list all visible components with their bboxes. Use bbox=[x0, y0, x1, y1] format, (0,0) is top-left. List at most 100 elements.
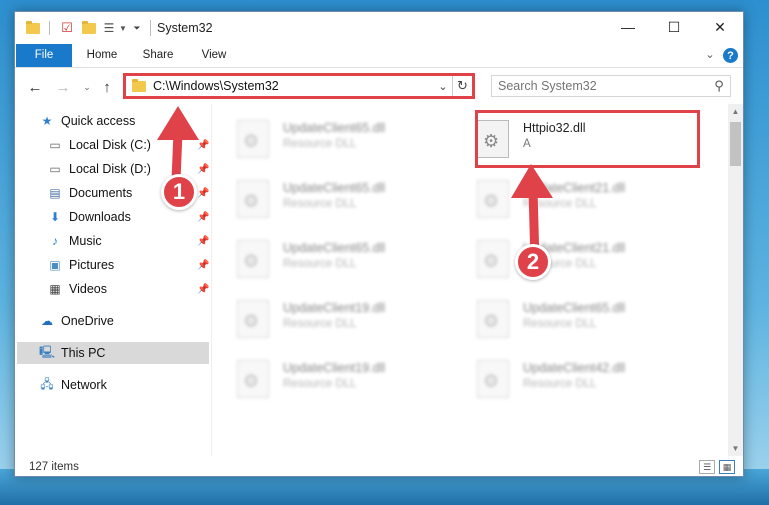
star-icon: ★ bbox=[41, 114, 53, 128]
sidebar-item-network[interactable]: 🖧 Network bbox=[39, 374, 209, 396]
title-bar: ☑ ☰ ▼ ⏷ System32 — ☐ ✕ bbox=[15, 12, 743, 44]
computer-icon: 🖳 bbox=[39, 344, 56, 359]
sidebar-item-label: OneDrive bbox=[61, 314, 114, 328]
cloud-icon: ☁ bbox=[41, 314, 53, 328]
file-name: UpdateClient19.dll bbox=[283, 301, 386, 315]
recent-locations-chevron-icon[interactable]: ⌄ bbox=[77, 77, 97, 97]
sidebar-item-music[interactable]: ♪ Music 📌 bbox=[47, 230, 209, 252]
file-name: UpdateClient65.dll bbox=[523, 301, 626, 315]
file-name: UpdateClient65.dll bbox=[283, 241, 386, 255]
network-icon: 🖧 bbox=[40, 376, 54, 391]
sidebar-item-label: This PC bbox=[61, 346, 106, 360]
file-type: Resource DLL bbox=[283, 378, 357, 390]
ribbon-expand-icon[interactable]: ⌄ bbox=[703, 44, 717, 67]
file-name: UpdateClient19.dll bbox=[283, 361, 386, 375]
sidebar-item-label: Network bbox=[61, 378, 107, 392]
tab-home[interactable]: Home bbox=[77, 44, 127, 67]
file-name: UpdateClient65.dll bbox=[283, 121, 386, 135]
folder-icon bbox=[132, 78, 146, 92]
ribbon-tabs: File Home Share View ⌄ ? bbox=[15, 44, 743, 68]
back-arrow-icon[interactable]: ← bbox=[25, 77, 45, 97]
sidebar-item-pictures[interactable]: ▣ Pictures 📌 bbox=[47, 254, 209, 276]
highlight-box bbox=[475, 110, 700, 168]
sidebar-item-label: Documents bbox=[69, 186, 133, 200]
sidebar-item-label: Downloads bbox=[69, 210, 131, 224]
dll-file-icon: ⚙ bbox=[477, 240, 509, 278]
file-name: UpdateClient42.dll bbox=[523, 361, 626, 375]
maximize-button[interactable]: ☐ bbox=[651, 12, 697, 42]
dll-file-icon: ⚙ bbox=[477, 300, 509, 338]
list-item[interactable]: ⚙ UpdateClient42.dll Resource DLL bbox=[455, 354, 675, 402]
dll-file-icon: ⚙ bbox=[237, 360, 269, 398]
sidebar-item-label: Music bbox=[69, 234, 102, 248]
sidebar-item-label: Local Disk (D:) bbox=[69, 162, 151, 176]
list-item[interactable]: ⚙ UpdateClient21.dll Resource DLL bbox=[455, 234, 675, 282]
dll-file-icon: ⚙ bbox=[477, 360, 509, 398]
pictures-icon: ▣ bbox=[49, 258, 61, 272]
sidebar-item-this-pc[interactable]: 🖳 This PC bbox=[17, 342, 209, 364]
sidebar-item-label: Quick access bbox=[61, 114, 136, 128]
list-item[interactable]: ⚙ UpdateClient65.dll Resource DLL bbox=[215, 114, 435, 162]
file-explorer-window: ☑ ☰ ▼ ⏷ System32 — ☐ ✕ File Home Share V… bbox=[14, 11, 744, 477]
file-type: Resource DLL bbox=[283, 258, 357, 270]
dll-file-icon: ⚙ bbox=[237, 120, 269, 158]
sidebar-item-videos[interactable]: ▦ Videos 📌 bbox=[47, 278, 209, 300]
file-type: Resource DLL bbox=[523, 378, 597, 390]
music-icon: ♪ bbox=[52, 234, 58, 248]
sidebar-item-onedrive[interactable]: ☁ OneDrive bbox=[39, 310, 209, 332]
list-item[interactable]: ⚙ UpdateClient65.dll Resource DLL bbox=[215, 174, 435, 222]
large-icons-view-icon[interactable]: ▦ bbox=[719, 460, 735, 474]
tab-view[interactable]: View bbox=[191, 44, 237, 67]
videos-icon: ▦ bbox=[49, 282, 61, 296]
forward-arrow-icon[interactable]: → bbox=[53, 77, 73, 97]
scroll-up-icon[interactable]: ▲ bbox=[728, 104, 743, 119]
search-box[interactable]: ⚲ bbox=[491, 75, 731, 97]
sidebar-item-label: Pictures bbox=[69, 258, 115, 272]
search-input[interactable] bbox=[498, 79, 708, 93]
sidebar-item-label: Local Disk (C:) bbox=[69, 138, 151, 152]
list-item[interactable]: ⚙ UpdateClient19.dll Resource DLL bbox=[215, 294, 435, 342]
up-arrow-icon[interactable]: ↑ bbox=[97, 77, 117, 97]
file-name: UpdateClient65.dll bbox=[283, 181, 386, 195]
toolbar-divider bbox=[49, 21, 50, 35]
new-folder-icon[interactable] bbox=[81, 20, 97, 36]
file-type: Resource DLL bbox=[523, 318, 597, 330]
list-item[interactable]: ⚙ UpdateClient65.dll Resource DLL bbox=[215, 234, 435, 282]
download-icon: ⬇ bbox=[49, 210, 61, 224]
list-item[interactable]: ⚙ UpdateClient65.dll Resource DLL bbox=[455, 294, 675, 342]
pin-icon: 📌 bbox=[197, 283, 210, 295]
tab-share[interactable]: Share bbox=[133, 44, 183, 67]
refresh-icon[interactable]: ↻ bbox=[452, 76, 472, 96]
address-path[interactable]: C:\Windows\System32 bbox=[153, 79, 434, 93]
address-bar[interactable]: C:\Windows\System32 ⌄ ↻ bbox=[123, 73, 475, 99]
status-bar: 127 items ☰ ▦ bbox=[15, 456, 743, 478]
vertical-scrollbar[interactable]: ▲ ▼ bbox=[728, 104, 743, 456]
step-badge-2: 2 bbox=[515, 244, 551, 280]
properties-icon[interactable]: ☑ bbox=[59, 20, 75, 36]
file-type: Resource DLL bbox=[283, 138, 357, 150]
close-button[interactable]: ✕ bbox=[697, 12, 743, 42]
pin-icon: 📌 bbox=[197, 235, 210, 247]
file-type: Resource DLL bbox=[283, 198, 357, 210]
chevron-down-icon[interactable]: ⌄ bbox=[434, 80, 452, 93]
file-type: Resource DLL bbox=[283, 318, 357, 330]
dll-file-icon: ⚙ bbox=[237, 180, 269, 218]
pin-icon: 📌 bbox=[197, 259, 210, 271]
tab-file[interactable]: File bbox=[16, 44, 72, 67]
scroll-thumb[interactable] bbox=[730, 122, 741, 166]
item-count: 127 items bbox=[29, 461, 79, 473]
dll-file-icon: ⚙ bbox=[237, 300, 269, 338]
search-icon[interactable]: ⚲ bbox=[708, 78, 730, 94]
help-icon[interactable]: ? bbox=[723, 48, 738, 63]
window-title: System32 bbox=[157, 21, 213, 35]
dll-file-icon: ⚙ bbox=[477, 180, 509, 218]
minimize-button[interactable]: — bbox=[605, 12, 651, 42]
scroll-down-icon[interactable]: ▼ bbox=[728, 441, 743, 456]
details-view-icon[interactable]: ☰ bbox=[699, 460, 715, 474]
dll-file-icon: ⚙ bbox=[237, 240, 269, 278]
list-item[interactable]: ⚙ UpdateClient21.dll Resource DLL bbox=[455, 174, 675, 222]
sidebar-item-label: Videos bbox=[69, 282, 107, 296]
list-item[interactable]: ⚙ UpdateClient19.dll Resource DLL bbox=[215, 354, 435, 402]
quick-access-dropdown-icon[interactable]: ⏷ bbox=[129, 20, 145, 36]
navigation-bar: ← → ⌄ ↑ C:\Windows\System32 ⌄ ↻ ⚲ bbox=[15, 70, 743, 102]
